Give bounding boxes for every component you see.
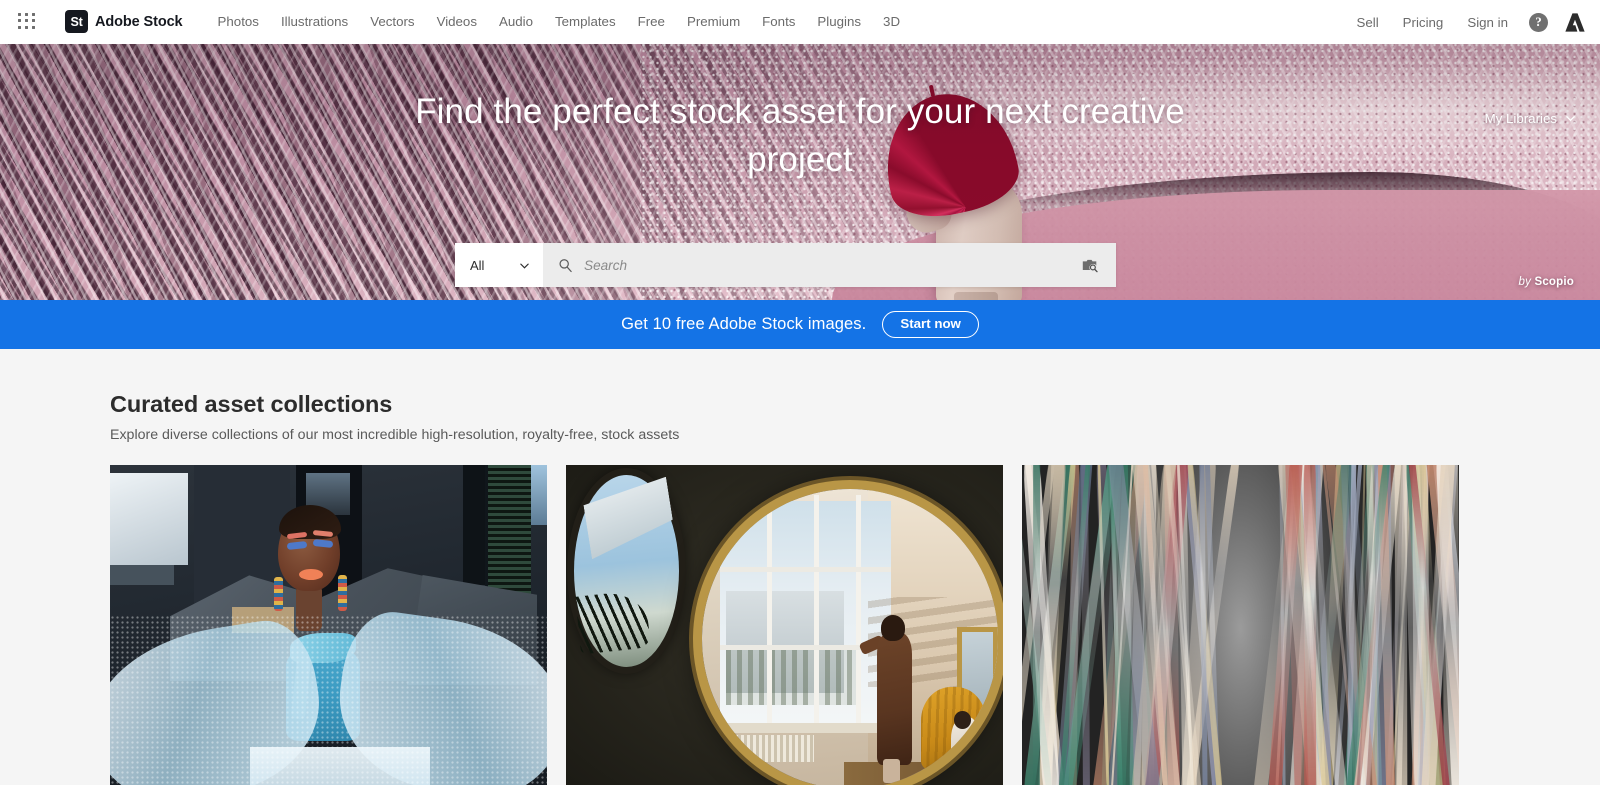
card1-earring-right (338, 575, 347, 611)
start-now-button[interactable]: Start now (882, 311, 979, 338)
card1-sky-sliver (531, 465, 547, 525)
card1-window-sill (110, 565, 174, 585)
nav-item-3d[interactable]: 3D (872, 10, 911, 33)
collection-card-fashion-portrait[interactable] (110, 465, 547, 785)
adobe-logo-icon[interactable] (1564, 12, 1586, 33)
collection-card-abstract-ribbons[interactable] (1022, 465, 1459, 785)
card1-earring-left (274, 577, 283, 611)
nav-item-premium[interactable]: Premium (676, 10, 751, 33)
chevron-down-icon (519, 260, 530, 271)
hero-image-credit: by Scopio (1519, 276, 1575, 288)
curated-collections-section: Curated asset collections Explore divers… (0, 349, 1600, 785)
collection-card-grid (110, 465, 1600, 785)
hero-title: Find the perfect stock asset for your ne… (415, 92, 1185, 179)
card2-window-sill (713, 723, 898, 733)
card2-woman-head (881, 615, 905, 641)
nav-item-audio[interactable]: Audio (488, 10, 544, 33)
adobe-stock-brand-link[interactable]: St Adobe Stock (65, 10, 183, 33)
card1-blinds-shadow (463, 465, 485, 585)
credit-name: Scopio (1534, 276, 1574, 288)
card2-woman-legs (882, 759, 901, 783)
nav-item-plugins[interactable]: Plugins (806, 10, 872, 33)
card2-large-gold-mirror (702, 489, 998, 785)
section-subheading: Explore diverse collections of our most … (110, 427, 680, 443)
card2-woman-coat (876, 633, 913, 765)
nav-item-videos[interactable]: Videos (426, 10, 488, 33)
sign-in-link[interactable]: Sign in (1455, 11, 1520, 34)
hero-content: My Libraries Find the perfect stock asse… (0, 44, 1600, 300)
card3-ribbon-strands (1022, 465, 1459, 785)
promo-banner: Get 10 free Adobe Stock images. Start no… (0, 300, 1600, 349)
promo-text: Get 10 free Adobe Stock images. (621, 315, 867, 333)
help-circle-icon[interactable]: ? (1529, 12, 1548, 32)
card2-trees-outside (725, 645, 856, 705)
app-grid-icon[interactable] (18, 12, 36, 31)
search-category-select[interactable]: All (455, 243, 543, 287)
nav-item-sell[interactable]: Sell (1344, 11, 1390, 34)
card2-radiator (734, 735, 815, 762)
card1-window-left (110, 473, 188, 565)
card3-ribbon (1032, 465, 1040, 785)
top-navigation-bar: St Adobe Stock Photos Illustrations Vect… (0, 0, 1600, 44)
card2-window-mullion (719, 567, 892, 572)
nav-item-free[interactable]: Free (627, 10, 676, 33)
card2-window-mullion (814, 495, 820, 729)
adobe-stock-logo-icon: St (65, 10, 88, 33)
card3-ribbon (1394, 465, 1408, 785)
brand-name-label: Adobe Stock (95, 13, 183, 30)
search-icon (558, 258, 573, 273)
asset-search-bar: All (455, 243, 1116, 287)
nav-item-templates[interactable]: Templates (544, 10, 627, 33)
nav-item-pricing[interactable]: Pricing (1391, 11, 1456, 34)
nav-item-vectors[interactable]: Vectors (359, 10, 425, 33)
nav-item-photos[interactable]: Photos (207, 10, 270, 33)
top-navigation-right: Sell Pricing Sign in ? (1344, 0, 1586, 44)
card2-window-mullion (767, 495, 773, 729)
nav-item-fonts[interactable]: Fonts (751, 10, 806, 33)
collection-card-interior-mirror[interactable] (566, 465, 1003, 785)
search-category-value: All (470, 257, 485, 273)
search-field-wrapper (543, 243, 1116, 287)
search-input[interactable] (584, 257, 1070, 273)
nav-item-illustrations[interactable]: Illustrations (270, 10, 359, 33)
credit-prefix: by (1518, 276, 1532, 288)
card2-window-mullion (855, 495, 861, 729)
card2-child-head (953, 711, 972, 729)
primary-nav: Photos Illustrations Vectors Videos Audi… (207, 10, 912, 33)
hero-banner: My Libraries Find the perfect stock asse… (0, 44, 1600, 300)
visual-search-camera-icon[interactable] (1081, 256, 1099, 274)
card1-tulle-texture (110, 615, 547, 785)
card1-lips (299, 569, 323, 580)
card1-green-blinds (485, 465, 531, 595)
section-heading: Curated asset collections (110, 391, 393, 417)
